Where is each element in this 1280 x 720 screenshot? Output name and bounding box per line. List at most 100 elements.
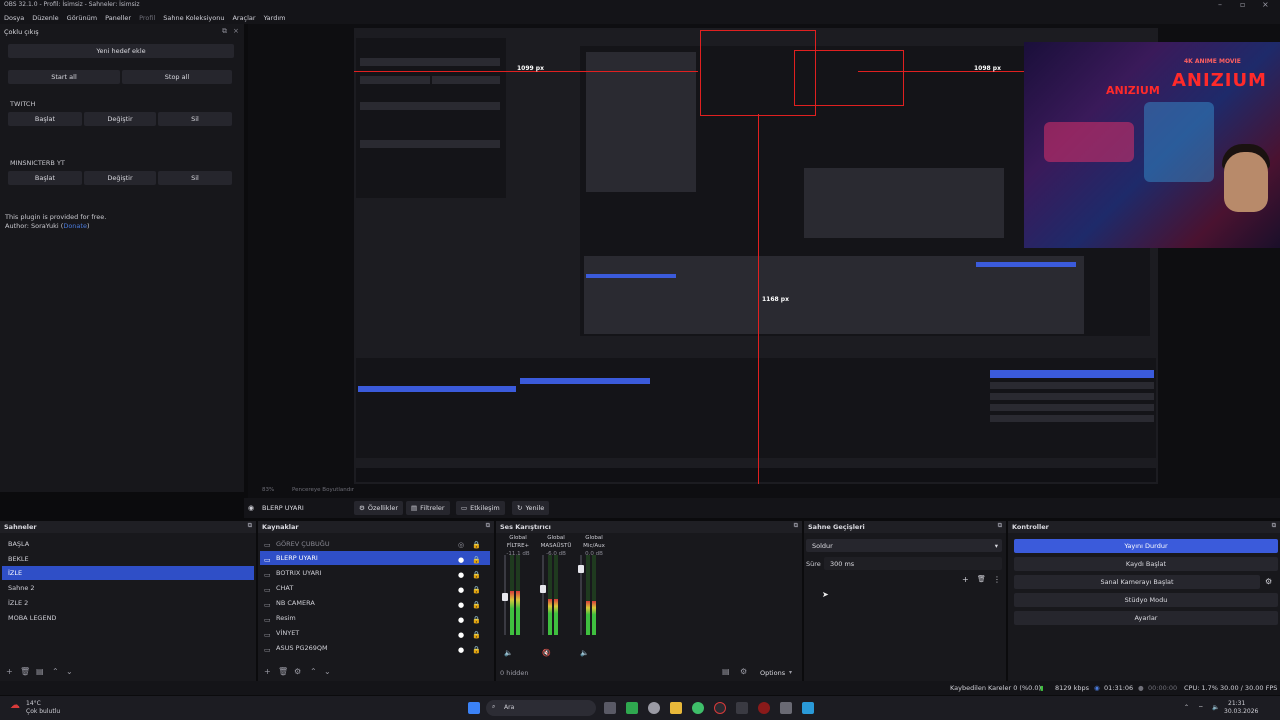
obs-icon[interactable] bbox=[714, 702, 726, 714]
volume-fader[interactable] bbox=[542, 555, 544, 635]
target-edit-button[interactable]: Değiştir bbox=[84, 112, 156, 126]
transition-select[interactable]: Soldur ▾ bbox=[806, 539, 1002, 552]
studio-mode-button[interactable]: Stüdyo Modu bbox=[1014, 593, 1278, 607]
stop-stream-button[interactable]: Yayını Durdur bbox=[1014, 539, 1278, 553]
close-icon[interactable]: ⧉ bbox=[248, 522, 252, 530]
fader-knob[interactable] bbox=[540, 585, 546, 593]
menu-view[interactable]: Görünüm bbox=[67, 14, 97, 22]
menu-profile[interactable]: Profil bbox=[139, 14, 155, 22]
add-icon[interactable]: + bbox=[962, 575, 969, 584]
target-delete-button[interactable]: Sil bbox=[158, 171, 232, 185]
start-virtual-camera-button[interactable]: Sanal Kamerayı Başlat bbox=[1014, 575, 1260, 589]
target-start-button[interactable]: Başlat bbox=[8, 171, 82, 185]
target-delete-button[interactable]: Sil bbox=[158, 112, 232, 126]
eye-icon[interactable]: ● bbox=[458, 631, 464, 639]
lock-icon[interactable]: 🔒 bbox=[472, 556, 481, 564]
lock-icon[interactable]: 🔒 bbox=[472, 586, 481, 594]
scene-item-selected[interactable]: İZLE bbox=[2, 566, 254, 580]
close-icon[interactable]: × bbox=[233, 27, 239, 35]
fader-knob[interactable] bbox=[502, 593, 508, 601]
menu-scene-collection[interactable]: Sahne Koleksiyonu bbox=[163, 14, 224, 22]
float-icon[interactable]: ⧉ bbox=[486, 522, 490, 530]
weather-temp[interactable]: 14°C bbox=[26, 700, 41, 707]
scene-item[interactable]: Sahne 2 bbox=[2, 581, 254, 595]
gear-icon[interactable]: ⚙ bbox=[1265, 577, 1272, 586]
lock-icon[interactable]: 🔒 bbox=[472, 631, 481, 639]
minimize-icon[interactable]: – bbox=[1218, 0, 1222, 9]
channel-name[interactable]: MASAÜSTÜ bbox=[536, 543, 576, 549]
add-target-button[interactable]: Yeni hedef ekle bbox=[8, 44, 234, 58]
chrome-icon[interactable] bbox=[692, 702, 704, 714]
menu-help[interactable]: Yardım bbox=[264, 14, 286, 22]
lock-icon[interactable]: 🔒 bbox=[472, 646, 481, 654]
properties-button[interactable]: ⚙ Özellikler bbox=[354, 501, 404, 515]
eye-hidden-icon[interactable]: ◎ bbox=[458, 541, 464, 549]
wifi-icon[interactable]: ⌔ bbox=[1198, 704, 1204, 712]
move-down-icon[interactable]: ⌄ bbox=[324, 667, 331, 676]
lock-icon[interactable]: 🔒 bbox=[472, 616, 481, 624]
settings-icon[interactable] bbox=[780, 702, 792, 714]
duration-input[interactable]: 300 ms bbox=[824, 557, 1002, 570]
move-up-icon[interactable]: ⌃ bbox=[52, 667, 59, 676]
menu-edit[interactable]: Düzenle bbox=[32, 14, 58, 22]
stop-all-button[interactable]: Stop all bbox=[122, 70, 232, 84]
taskbar-search[interactable]: ⌕ Ara bbox=[486, 700, 596, 716]
zoom-level[interactable]: 83% bbox=[262, 487, 274, 493]
program-preview[interactable]: 1099 px 1098 px 1168 px 4K ANIME MOVIE A… bbox=[248, 24, 1280, 484]
trash-icon[interactable]: 🗑 bbox=[278, 667, 288, 676]
speaker-muted-icon[interactable]: 🔇 bbox=[542, 649, 551, 657]
float-icon[interactable]: ⧉ bbox=[222, 27, 227, 36]
eye-icon[interactable]: ● bbox=[458, 646, 464, 654]
float-icon[interactable]: ⧉ bbox=[794, 522, 798, 530]
channel-name[interactable]: Mic/Aux bbox=[574, 543, 614, 549]
more-icon[interactable]: ⋮ bbox=[993, 575, 1001, 584]
app-icon[interactable] bbox=[736, 702, 748, 714]
menu-docks[interactable]: Paneller bbox=[105, 14, 131, 22]
trash-icon[interactable]: 🗑 bbox=[20, 667, 30, 676]
scene-item[interactable]: BAŞLA bbox=[2, 537, 254, 551]
gear-icon[interactable]: ⚙ bbox=[294, 667, 301, 676]
settings-icon[interactable]: ⚙ bbox=[740, 667, 747, 676]
tray-up-icon[interactable]: ⌃ bbox=[1184, 704, 1189, 711]
app-icon[interactable] bbox=[648, 702, 660, 714]
add-icon[interactable]: + bbox=[264, 667, 271, 676]
eye-icon[interactable]: ● bbox=[458, 556, 464, 564]
move-up-icon[interactable]: ⌃ bbox=[310, 667, 317, 676]
close-icon[interactable]: × bbox=[1262, 0, 1269, 9]
start-all-button[interactable]: Start all bbox=[8, 70, 120, 84]
speaker-icon[interactable]: 🔈 bbox=[580, 649, 589, 657]
eye-icon[interactable]: ● bbox=[458, 586, 464, 594]
interact-button[interactable]: ▭ Etkileşim bbox=[456, 501, 505, 515]
start-icon[interactable] bbox=[468, 702, 480, 714]
app-icon[interactable] bbox=[626, 702, 638, 714]
fit-window-label[interactable]: Pencereye Boyutlandır bbox=[292, 487, 354, 493]
menu-file[interactable]: Dosya bbox=[4, 14, 24, 22]
target-edit-button[interactable]: Değiştir bbox=[84, 171, 156, 185]
volume-icon[interactable]: 🔈 bbox=[1212, 704, 1219, 711]
filter-icon[interactable]: ▤ bbox=[36, 667, 44, 676]
scene-item[interactable]: İZLE 2 bbox=[2, 596, 254, 610]
speaker-icon[interactable]: 🔈 bbox=[504, 649, 513, 657]
app-icon[interactable] bbox=[758, 702, 770, 714]
menu-tools[interactable]: Araçlar bbox=[232, 14, 255, 22]
lock-icon[interactable]: 🔒 bbox=[472, 601, 481, 609]
scene-item[interactable]: MOBA LEGEND bbox=[2, 611, 254, 625]
float-icon[interactable]: ⧉ bbox=[1272, 522, 1276, 530]
float-icon[interactable]: ⧉ bbox=[998, 522, 1002, 530]
trash-icon[interactable]: 🗑 bbox=[977, 575, 986, 583]
scene-item[interactable]: BEKLE bbox=[2, 552, 254, 566]
layout-icon[interactable]: ▤ bbox=[722, 667, 730, 676]
settings-button[interactable]: Ayarlar bbox=[1014, 611, 1278, 625]
start-recording-button[interactable]: Kaydı Başlat bbox=[1014, 557, 1278, 571]
task-view-icon[interactable] bbox=[604, 702, 616, 714]
eye-icon[interactable]: ● bbox=[458, 571, 464, 579]
refresh-button[interactable]: ↻ Yenile bbox=[512, 501, 550, 515]
file-explorer-icon[interactable] bbox=[670, 702, 682, 714]
move-down-icon[interactable]: ⌄ bbox=[66, 667, 73, 676]
lock-icon[interactable]: 🔒 bbox=[472, 571, 481, 579]
clock-time[interactable]: 21:31 bbox=[1228, 700, 1245, 707]
eye-icon[interactable]: ● bbox=[458, 601, 464, 609]
lock-icon[interactable]: 🔒 bbox=[472, 541, 481, 549]
target-start-button[interactable]: Başlat bbox=[8, 112, 82, 126]
app-icon[interactable] bbox=[802, 702, 814, 714]
